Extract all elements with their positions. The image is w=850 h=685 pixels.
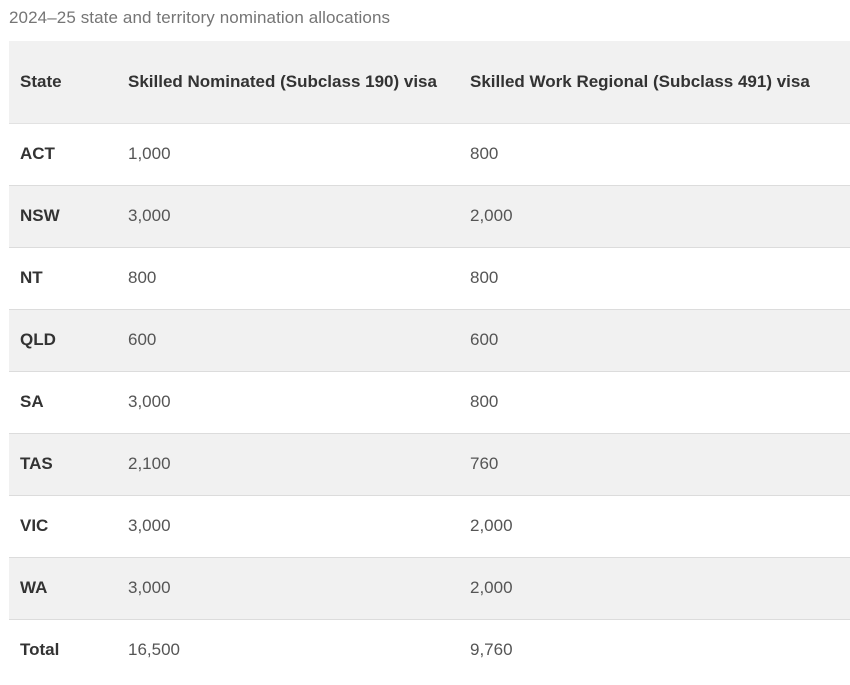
subclass-491-cell: 760 xyxy=(470,454,499,473)
table-caption: 2024–25 state and territory nomination a… xyxy=(9,8,391,27)
total-label-cell: Total xyxy=(20,640,60,660)
table-row: NT 800 800 xyxy=(9,247,850,309)
state-cell: TAS xyxy=(20,454,53,473)
subclass-190-cell: 600 xyxy=(128,330,157,349)
subclass-190-cell: 2,100 xyxy=(128,454,171,473)
subclass-491-cell: 800 xyxy=(470,268,499,287)
state-cell: VIC xyxy=(20,516,49,535)
state-cell: NT xyxy=(20,268,43,287)
subclass-190-cell: 800 xyxy=(128,268,157,287)
state-cell: ACT xyxy=(20,144,55,163)
total-row: Total 16,500 9,760 xyxy=(9,619,850,681)
table-row: ACT 1,000 800 xyxy=(9,123,850,185)
subclass-190-cell: 3,000 xyxy=(128,516,171,535)
column-header-state: State xyxy=(9,41,117,124)
allocations-table: State Skilled Nominated (Subclass 190) v… xyxy=(9,41,850,681)
subclass-190-cell: 3,000 xyxy=(128,206,171,225)
state-cell: NSW xyxy=(20,206,60,225)
table-row: NSW 3,000 2,000 xyxy=(9,185,850,247)
subclass-491-cell: 2,000 xyxy=(470,206,513,225)
subclass-491-cell: 800 xyxy=(470,144,499,163)
table-body: ACT 1,000 800 NSW 3,000 2,000 NT 800 800… xyxy=(9,123,850,681)
state-cell: QLD xyxy=(20,330,56,349)
total-subclass-190-cell: 16,500 xyxy=(128,640,180,660)
table-row: WA 3,000 2,000 xyxy=(9,557,850,619)
table-header-row: State Skilled Nominated (Subclass 190) v… xyxy=(9,41,850,124)
column-header-subclass-190: Skilled Nominated (Subclass 190) visa xyxy=(117,41,459,124)
subclass-491-cell: 2,000 xyxy=(470,516,513,535)
table-row: VIC 3,000 2,000 xyxy=(9,495,850,557)
table-row: QLD 600 600 xyxy=(9,309,850,371)
state-cell: WA xyxy=(20,578,48,597)
subclass-491-cell: 2,000 xyxy=(470,578,513,597)
table-row: TAS 2,100 760 xyxy=(9,433,850,495)
table-row: SA 3,000 800 xyxy=(9,371,850,433)
state-cell: SA xyxy=(20,392,44,411)
subclass-190-cell: 3,000 xyxy=(128,392,171,411)
subclass-491-cell: 600 xyxy=(470,330,499,349)
column-header-subclass-491: Skilled Work Regional (Subclass 491) vis… xyxy=(459,41,850,124)
subclass-491-cell: 800 xyxy=(470,392,499,411)
subclass-190-cell: 1,000 xyxy=(128,144,171,163)
table-header: State Skilled Nominated (Subclass 190) v… xyxy=(9,41,850,124)
total-subclass-491-cell: 9,760 xyxy=(470,640,513,660)
subclass-190-cell: 3,000 xyxy=(128,578,171,597)
